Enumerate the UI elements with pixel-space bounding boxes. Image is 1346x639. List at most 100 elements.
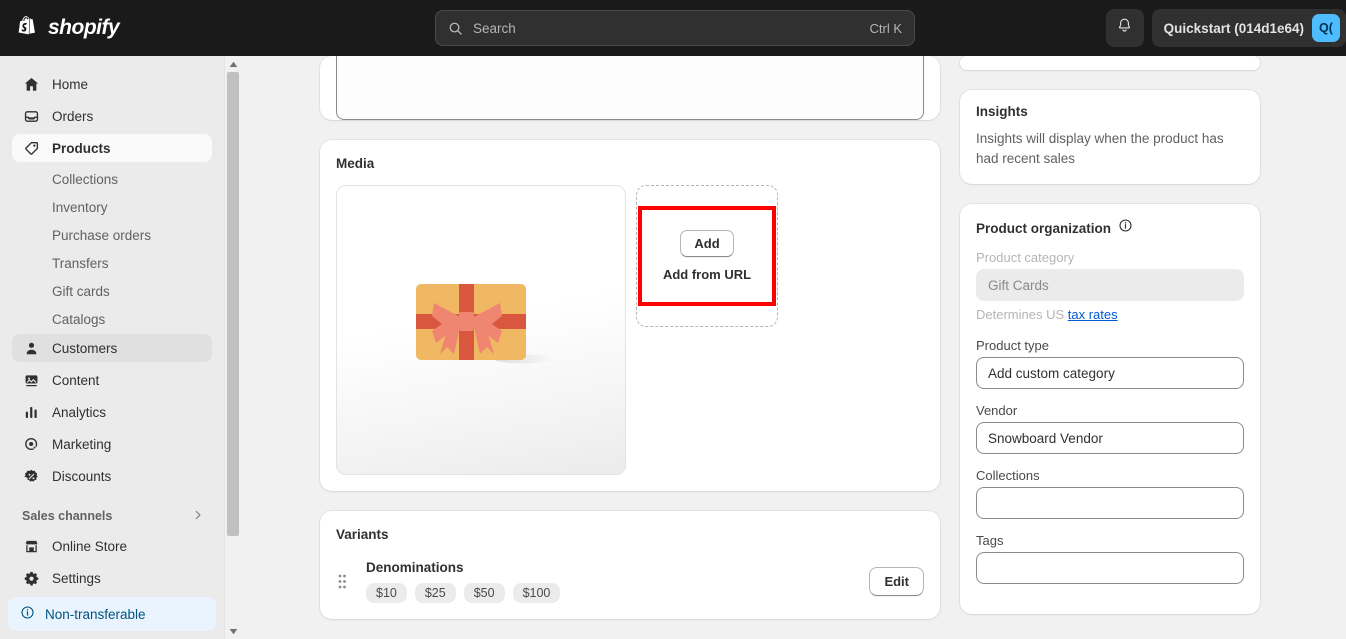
sidebar-item-purchase-orders[interactable]: Purchase orders [12, 222, 212, 248]
products-tag-icon [22, 139, 40, 157]
shopify-brand[interactable]: shopify [18, 15, 218, 41]
home-icon [22, 75, 40, 93]
add-media-button[interactable]: Add [680, 230, 734, 257]
store-name-label: Quickstart (014d1e64) [1163, 20, 1304, 36]
variant-chip[interactable]: $25 [414, 583, 456, 603]
variants-card: Variants Denominations $10 $25 $50 $100 … [320, 511, 940, 619]
notifications-button[interactable] [1105, 9, 1144, 47]
sidebar-subitem-label: Collections [52, 171, 119, 187]
info-circle-icon [20, 605, 35, 623]
search-placeholder: Search [473, 20, 516, 36]
online-store-icon [22, 537, 40, 555]
variant-chip[interactable]: $50 [463, 583, 505, 603]
non-transferable-label: Non-transferable [45, 606, 146, 622]
top-bar: shopify Search Ctrl K Quickstart (014d1e… [0, 0, 1346, 56]
sidebar-item-label: Discounts [52, 468, 112, 484]
variant-option-name: Denominations [366, 560, 464, 575]
variant-chip[interactable]: $10 [366, 583, 407, 603]
sidebar-item-collections[interactable]: Collections [12, 166, 212, 192]
product-organization-title: Product organization [976, 220, 1111, 236]
sidebar-item-transfers[interactable]: Transfers [12, 250, 212, 276]
avatar[interactable]: Q( [1312, 14, 1340, 42]
main-content: Media Add Add from URL Variants Denomina… [240, 56, 1346, 639]
product-organization-header: Product organization [976, 218, 1244, 238]
sidebar-item-orders[interactable]: Orders [12, 102, 212, 130]
non-transferable-banner[interactable]: Non-transferable [8, 597, 216, 631]
store-account-button[interactable]: Quickstart (014d1e64) Q( [1151, 9, 1346, 47]
sidebar-subitem-label: Purchase orders [52, 227, 152, 243]
sidebar-item-label: Orders [52, 108, 94, 124]
description-textarea[interactable] [336, 56, 924, 120]
product-type-field[interactable]: Add custom category [976, 357, 1244, 390]
sidebar-subitem-label: Inventory [52, 199, 108, 215]
triangle-up-icon[interactable] [225, 56, 241, 72]
shopify-logo-icon [18, 15, 40, 41]
product-category-value: Gift Cards [988, 277, 1049, 293]
info-circle-icon[interactable] [1118, 218, 1133, 238]
variant-chip[interactable]: $100 [512, 583, 561, 603]
media-dropzone[interactable]: Add Add from URL [636, 185, 778, 327]
sidebar-item-products[interactable]: Products [12, 134, 212, 162]
left-column: Media Add Add from URL Variants Denomina… [320, 56, 940, 639]
collections-field[interactable] [976, 487, 1244, 520]
sidebar-scrollbar-thumb[interactable] [227, 72, 239, 536]
sidebar-item-marketing[interactable]: Marketing [12, 430, 212, 458]
collections-label: Collections [976, 468, 1040, 484]
product-type-value: Add custom category [988, 365, 1115, 381]
variant-option-values: $10 $25 $50 $100 [366, 583, 853, 603]
tax-helper-prefix: Determines US [976, 307, 1068, 323]
vendor-value: Snowboard Vendor [988, 430, 1103, 446]
sidebar-item-discounts[interactable]: Discounts [12, 462, 212, 490]
search-shortcut: Ctrl K [869, 20, 903, 36]
sidebar-item-gift-cards[interactable]: Gift cards [12, 278, 212, 304]
content-image-icon [22, 371, 40, 389]
sidebar-subitem-label: Catalogs [52, 311, 106, 327]
sidebar-item-label: Settings [52, 570, 101, 586]
content-columns: Media Add Add from URL Variants Denomina… [240, 56, 1346, 639]
bell-icon [1116, 17, 1133, 39]
sidebar-subitem-label: Gift cards [52, 283, 110, 299]
media-card: Media Add Add from URL [320, 140, 940, 491]
media-thumbnail[interactable] [336, 185, 626, 475]
vendor-field[interactable]: Snowboard Vendor [976, 422, 1244, 455]
tags-field[interactable] [976, 552, 1244, 585]
gift-card-image [406, 270, 556, 390]
sidebar-section-label: Sales channels [22, 509, 113, 523]
variants-card-title: Variants [336, 527, 389, 542]
sidebar-scrollbar[interactable] [224, 56, 240, 639]
sidebar-item-inventory[interactable]: Inventory [12, 194, 212, 220]
sidebar: Home Orders Products Collections Invento… [0, 56, 224, 639]
sidebar-item-analytics[interactable]: Analytics [12, 398, 212, 426]
insights-body: Insights will display when the product h… [976, 131, 1224, 166]
edit-variant-button[interactable]: Edit [869, 567, 924, 596]
description-card-partial [320, 56, 940, 120]
right-column: Insights Insights will display when the … [960, 56, 1260, 639]
sidebar-item-content[interactable]: Content [12, 366, 212, 394]
insights-title: Insights [976, 104, 1028, 119]
sidebar-item-label: Analytics [52, 404, 107, 420]
drag-handle-icon[interactable] [336, 574, 350, 589]
tags-label: Tags [976, 533, 1004, 549]
sidebar-subitem-label: Transfers [52, 255, 109, 271]
sidebar-item-customers[interactable]: Customers [12, 334, 212, 362]
media-card-title: Media [336, 156, 375, 171]
status-card-partial [960, 56, 1260, 70]
chevron-right-icon[interactable] [192, 509, 204, 524]
sidebar-item-catalogs[interactable]: Catalogs [12, 306, 212, 332]
sidebar-item-label: Content [52, 372, 100, 388]
sidebar-section-sales-channels[interactable]: Sales channels [12, 504, 212, 528]
triangle-down-icon[interactable] [225, 623, 241, 639]
search-input[interactable]: Search Ctrl K [435, 10, 915, 46]
sidebar-item-settings[interactable]: Settings [12, 564, 212, 592]
add-media-highlight: Add Add from URL [638, 206, 776, 306]
add-from-url-link[interactable]: Add from URL [663, 267, 751, 282]
product-category-field: Gift Cards [976, 269, 1244, 302]
top-bar-right: Quickstart (014d1e64) Q( [1105, 8, 1346, 48]
sidebar-item-label: Marketing [52, 436, 112, 452]
sidebar-item-label: Home [52, 76, 89, 92]
sidebar-item-online-store[interactable]: Online Store [12, 532, 212, 560]
tax-rates-link[interactable]: tax rates [1068, 307, 1118, 322]
sidebar-item-home[interactable]: Home [12, 70, 212, 98]
vendor-label: Vendor [976, 403, 1018, 419]
insights-card: Insights Insights will display when the … [960, 90, 1260, 185]
